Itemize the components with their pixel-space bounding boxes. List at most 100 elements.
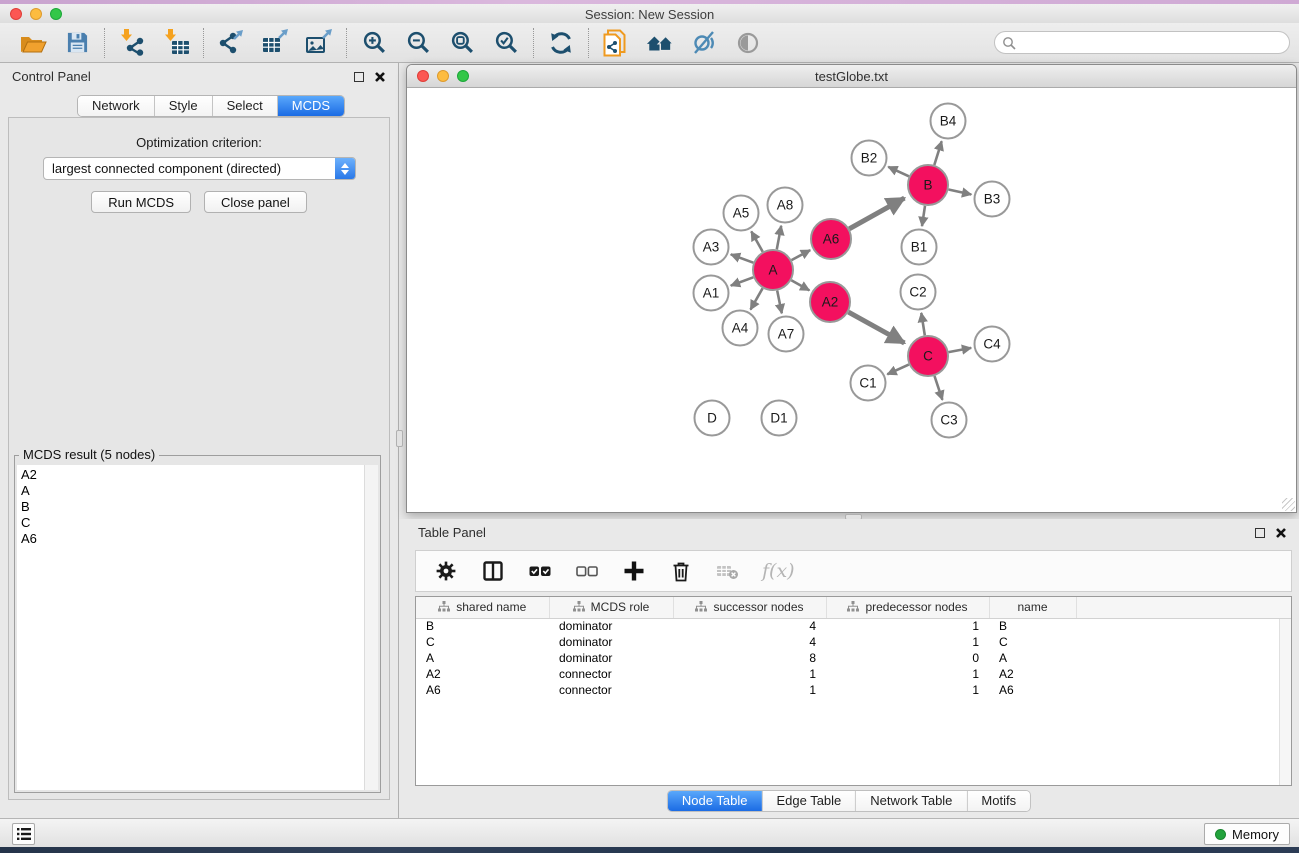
graph-node-D[interactable]: D xyxy=(695,401,730,436)
graph-edge[interactable] xyxy=(791,280,809,290)
settings-icon[interactable] xyxy=(433,558,459,584)
zoom-fit-icon[interactable] xyxy=(448,29,476,57)
graph-edge[interactable] xyxy=(888,167,909,177)
graph-node-C[interactable]: C xyxy=(908,336,948,376)
task-history-button[interactable] xyxy=(12,823,35,845)
delete-row-icon[interactable] xyxy=(668,558,694,584)
graph-node-A1[interactable]: A1 xyxy=(694,276,729,311)
select-all-icon[interactable] xyxy=(527,558,553,584)
run-mcds-button[interactable]: Run MCDS xyxy=(91,191,191,213)
columns-icon[interactable] xyxy=(480,558,506,584)
graph-edge[interactable] xyxy=(887,365,909,375)
mcds-result-item[interactable]: B xyxy=(17,499,364,515)
graph-edge[interactable] xyxy=(751,288,763,309)
graph-node-B4[interactable]: B4 xyxy=(931,104,966,139)
column-header[interactable]: shared name xyxy=(416,597,549,618)
graph-node-A8[interactable]: A8 xyxy=(768,188,803,223)
graph-edge[interactable] xyxy=(949,348,972,352)
copy-network-icon[interactable] xyxy=(602,29,630,57)
graph-edge[interactable] xyxy=(849,198,904,229)
column-header[interactable]: name xyxy=(989,597,1076,618)
hide-network-icon[interactable] xyxy=(690,29,718,57)
memory-button[interactable]: Memory xyxy=(1204,823,1290,845)
criterion-select[interactable]: largest connected component (directed) xyxy=(43,157,356,180)
close-panel-icon[interactable] xyxy=(1275,527,1287,539)
save-session-icon[interactable] xyxy=(63,29,91,57)
graph-edge[interactable] xyxy=(922,206,925,226)
graph-node-D1[interactable]: D1 xyxy=(762,401,797,436)
close-panel-icon[interactable] xyxy=(374,71,386,83)
add-row-icon[interactable] xyxy=(621,558,647,584)
function-builder-icon[interactable]: f(x) xyxy=(762,560,795,582)
graph-edge[interactable] xyxy=(731,277,754,285)
graph-node-C1[interactable]: C1 xyxy=(851,366,886,401)
table-row[interactable]: Adominator80A xyxy=(416,650,1292,666)
mcds-list-scrollbar[interactable] xyxy=(364,465,378,790)
import-network-icon[interactable] xyxy=(118,29,146,57)
graph-node-B[interactable]: B xyxy=(908,165,948,205)
graph-node-C4[interactable]: C4 xyxy=(975,327,1010,362)
graph-node-A5[interactable]: A5 xyxy=(724,196,759,231)
graph-node-C3[interactable]: C3 xyxy=(932,403,967,438)
graph-node-B3[interactable]: B3 xyxy=(975,182,1010,217)
tab-motifs[interactable]: Motifs xyxy=(967,791,1030,811)
graph-edge[interactable] xyxy=(848,312,904,343)
table-row[interactable]: Bdominator41B xyxy=(416,618,1292,634)
import-table-icon[interactable] xyxy=(162,29,190,57)
table-row[interactable]: A2connector11A2 xyxy=(416,666,1292,682)
network-graph[interactable]: B4 B2 B B3 A5 A8A6 A3 A B1 A1 C2 A2 A4 A7 C4 C C1 C3 D D1 xyxy=(408,89,1295,511)
float-panel-icon[interactable] xyxy=(354,72,364,82)
graph-node-A4[interactable]: A4 xyxy=(723,311,758,346)
table-row[interactable]: Cdominator41C xyxy=(416,634,1292,650)
window-resize-grip[interactable] xyxy=(1282,498,1295,511)
graph-node-C2[interactable]: C2 xyxy=(901,275,936,310)
graph-node-A2[interactable]: A2 xyxy=(810,282,850,322)
table-row[interactable]: A6connector11A6 xyxy=(416,682,1292,698)
tab-style[interactable]: Style xyxy=(155,96,213,116)
close-panel-button[interactable]: Close panel xyxy=(204,191,307,213)
graph-edge[interactable] xyxy=(921,313,925,335)
tab-mcds[interactable]: MCDS xyxy=(278,96,344,116)
zoom-in-icon[interactable] xyxy=(360,29,388,57)
zoom-selected-icon[interactable] xyxy=(492,29,520,57)
split-divider-grip[interactable] xyxy=(396,430,403,447)
zoom-out-icon[interactable] xyxy=(404,29,432,57)
graph-edge[interactable] xyxy=(777,226,781,250)
delete-table-icon[interactable] xyxy=(715,558,741,584)
show-eye-icon[interactable] xyxy=(734,29,762,57)
graph-node-A3[interactable]: A3 xyxy=(694,230,729,265)
graph-node-B2[interactable]: B2 xyxy=(852,141,887,176)
mcds-result-item[interactable]: C xyxy=(17,515,364,531)
mcds-result-item[interactable]: A xyxy=(17,483,364,499)
graph-edge[interactable] xyxy=(949,190,972,195)
graph-edge[interactable] xyxy=(792,250,811,260)
tab-node-table[interactable]: Node Table xyxy=(668,791,763,811)
network-canvas[interactable]: B4 B2 B B3 A5 A8A6 A3 A B1 A1 C2 A2 A4 A7 C4 C C1 C3 D D1 xyxy=(408,89,1295,511)
graph-edge[interactable] xyxy=(751,231,762,251)
column-header[interactable]: successor nodes xyxy=(673,597,826,618)
tab-edge-table[interactable]: Edge Table xyxy=(762,791,856,811)
graph-edge[interactable] xyxy=(777,291,782,314)
mcds-result-list[interactable]: A2ABCA6 xyxy=(17,465,364,790)
mcds-result-item[interactable]: A2 xyxy=(17,467,364,483)
graph-edge[interactable] xyxy=(935,376,943,400)
graph-node-A7[interactable]: A7 xyxy=(769,317,804,352)
table-scrollbar[interactable] xyxy=(1279,619,1291,785)
tab-network[interactable]: Network xyxy=(78,96,155,116)
node-table[interactable]: shared nameMCDS rolesuccessor nodesprede… xyxy=(415,596,1292,786)
tab-network-table[interactable]: Network Table xyxy=(856,791,967,811)
graph-node-B1[interactable]: B1 xyxy=(902,230,937,265)
tab-select[interactable]: Select xyxy=(213,96,278,116)
column-header[interactable]: MCDS role xyxy=(549,597,673,618)
graph-edge[interactable] xyxy=(731,254,754,262)
float-panel-icon[interactable] xyxy=(1255,528,1265,538)
unselect-all-icon[interactable] xyxy=(574,558,600,584)
export-network-icon[interactable] xyxy=(217,29,245,57)
refresh-icon[interactable] xyxy=(547,29,575,57)
graph-node-A6[interactable]: A6 xyxy=(811,219,851,259)
graph-node-A[interactable]: A xyxy=(753,250,793,290)
export-table-icon[interactable] xyxy=(261,29,289,57)
column-header[interactable]: predecessor nodes xyxy=(826,597,989,618)
mcds-result-item[interactable]: A6 xyxy=(17,531,364,547)
open-session-icon[interactable] xyxy=(19,29,47,57)
